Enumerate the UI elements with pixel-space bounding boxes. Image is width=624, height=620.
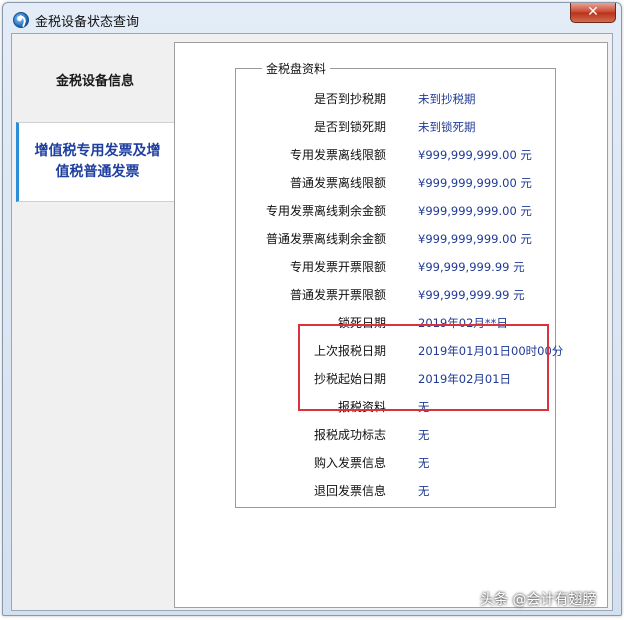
row-value: 无 (418, 428, 430, 442)
row-value: 未到抄税期 (418, 92, 476, 106)
info-row: 退回发票信息 无 (236, 481, 557, 501)
info-row: 专用发票离线限额 ¥999,999,999.00 元 (236, 145, 557, 165)
group-title: 金税盘资料 (262, 60, 331, 77)
row-value: ¥999,999,999.00 元 (418, 148, 532, 162)
info-row: 报税成功标志 无 (236, 425, 557, 445)
close-icon: ✕ (587, 4, 599, 20)
row-value: ¥999,999,999.00 元 (418, 232, 532, 246)
watermark: 头条 @会计有翅膀 (480, 592, 597, 608)
title-bar[interactable]: 金税设备状态查询 ✕ (3, 3, 621, 33)
row-label: 普通发票开票限额 (289, 288, 386, 302)
info-row: 是否到锁死期 未到锁死期 (236, 117, 557, 137)
info-row: 普通发票开票限额 ¥99,999,999.99 元 (236, 285, 557, 305)
app-icon (13, 12, 29, 28)
row-label: 是否到锁死期 (313, 120, 386, 134)
window-title: 金税设备状态查询 (35, 15, 140, 30)
side-nav: 金税设备信息 增值税专用发票及增值税普通发票 (12, 34, 176, 610)
row-value: 无 (418, 456, 430, 470)
tax-disk-info-group: 金税盘资料 是否到抄税期 未到抄税期 是否到锁死期 未到锁死期 专用发票离线限额… (235, 60, 563, 508)
row-value: 未到锁死期 (418, 120, 476, 134)
info-row: 购入发票信息 无 (236, 453, 557, 473)
row-label: 专用发票离线限额 (289, 148, 386, 162)
client-area: 金税设备信息 增值税专用发票及增值税普通发票 金税盘资料 是否到抄税期 未到抄税… (11, 33, 613, 611)
row-label: 购入发票信息 (313, 456, 386, 470)
row-value: ¥999,999,999.00 元 (418, 204, 532, 218)
info-row: 普通发票离线限额 ¥999,999,999.00 元 (236, 173, 557, 193)
row-value: ¥999,999,999.00 元 (418, 176, 532, 190)
info-row: 专用发票离线剩余金额 ¥999,999,999.00 元 (236, 201, 557, 221)
annotation-highlight-box (298, 324, 549, 411)
info-row: 专用发票开票限额 ¥99,999,999.99 元 (236, 257, 557, 277)
row-label: 普通发票离线剩余金额 (265, 232, 386, 246)
row-label: 是否到抄税期 (313, 92, 386, 106)
row-label: 报税成功标志 (313, 428, 386, 442)
row-value: 无 (418, 484, 430, 498)
nav-tab-label: 增值税专用发票及增值税普通发票 (34, 143, 161, 180)
close-button[interactable]: ✕ (570, 3, 616, 23)
row-label: 退回发票信息 (313, 484, 386, 498)
info-row: 是否到抄税期 未到抄税期 (236, 89, 557, 109)
nav-tab-device-info[interactable]: 金税设备信息 (16, 40, 174, 122)
row-value: ¥99,999,999.99 元 (418, 288, 525, 302)
window: 金税设备状态查询 ✕ 金税设备信息 增值税专用发票及增值税普通发票 金税盘资料 … (2, 2, 622, 616)
nav-tab-invoice-types[interactable]: 增值税专用发票及增值税普通发票 (16, 122, 176, 202)
row-value: ¥99,999,999.99 元 (418, 260, 525, 274)
nav-tab-label: 金税设备信息 (55, 73, 134, 89)
row-label: 专用发票离线剩余金额 (265, 204, 386, 218)
row-label: 普通发票离线限额 (289, 176, 386, 190)
row-label: 专用发票开票限额 (289, 260, 386, 274)
info-row: 普通发票离线剩余金额 ¥999,999,999.00 元 (236, 229, 557, 249)
